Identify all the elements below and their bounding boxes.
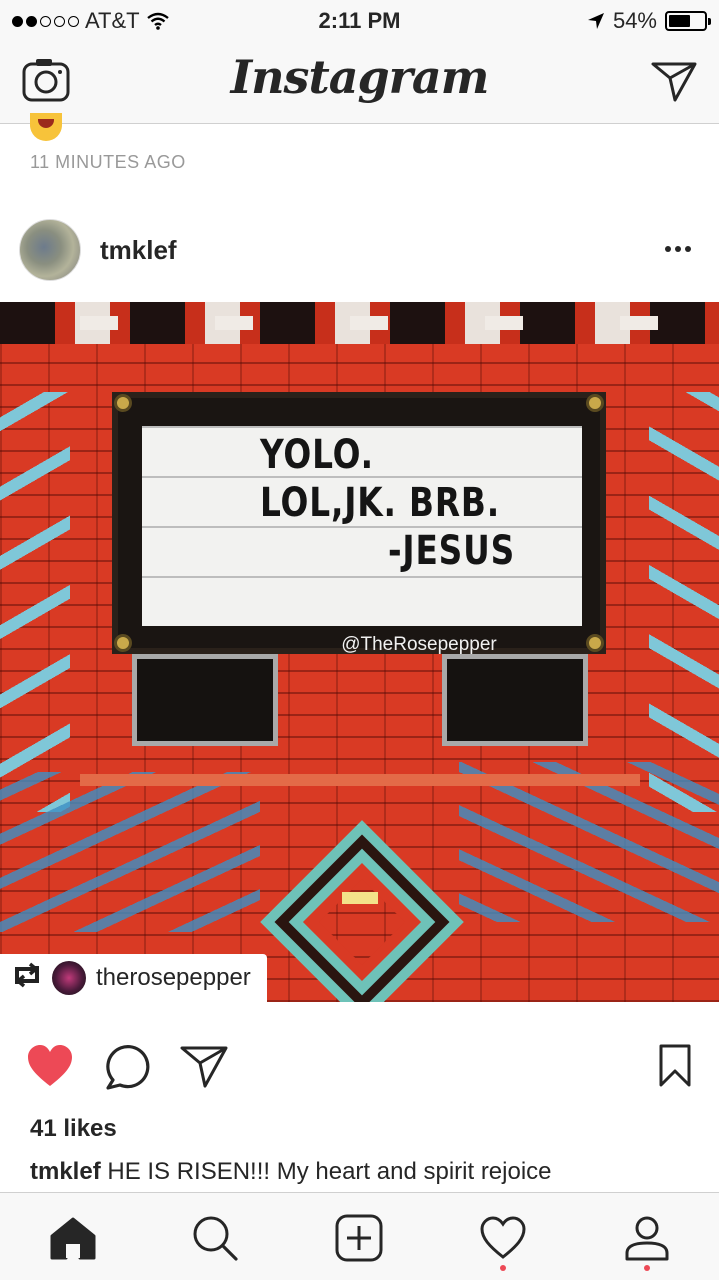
battery-percent: 54%: [612, 8, 657, 33]
repost-avatar: [52, 961, 86, 995]
profile-icon[interactable]: [622, 1213, 672, 1263]
likes-count[interactable]: 41 likes: [30, 1115, 117, 1143]
activity-icon[interactable]: [478, 1213, 528, 1263]
top-nav-bar: Instagram: [0, 40, 719, 124]
bottom-tab-bar: [0, 1192, 719, 1280]
sign-line-3: -JESUS: [388, 528, 516, 574]
activity-notification-dot: [500, 1265, 506, 1271]
location-arrow-icon: [587, 13, 604, 29]
post-timestamp: 11 MINUTES AGO: [30, 152, 186, 172]
caption-username[interactable]: tmklef: [30, 1158, 101, 1185]
diamond-pattern: [260, 820, 464, 1002]
instagram-logo: Instagram: [230, 50, 490, 104]
post-username[interactable]: tmklef: [100, 235, 177, 266]
caption-text: HE IS RISEN!!! My heart and spirit rejoi…: [107, 1158, 552, 1185]
image-credit: @TheRosepepper: [341, 634, 497, 655]
repost-username: therosepepper: [96, 964, 251, 991]
bookmark-icon[interactable]: [658, 1044, 692, 1093]
repost-badge[interactable]: therosepepper: [0, 954, 267, 1002]
like-heart-icon[interactable]: [26, 1044, 74, 1093]
new-post-icon[interactable]: [334, 1213, 384, 1263]
more-options-icon[interactable]: [665, 246, 691, 252]
status-bar: AT&T 2:11 PM 54%: [0, 0, 719, 40]
sign-line-2: LOL,JK. BRB.: [260, 480, 501, 526]
avatar[interactable]: [19, 219, 81, 281]
repost-icon: [12, 962, 42, 995]
sign-line-1: YOLO.: [260, 432, 374, 478]
search-icon[interactable]: [190, 1213, 240, 1263]
zigzag-pattern-left: [0, 392, 70, 812]
heart-eyes-emoji: [30, 113, 62, 141]
post-caption: tmklef HE IS RISEN!!! My heart and spiri…: [30, 1158, 552, 1186]
marquee-sign: YOLO. LOL,JK. BRB. -JESUS @TheRosepepper: [112, 392, 606, 655]
comment-icon[interactable]: [104, 1044, 152, 1095]
marquee-board: YOLO. LOL,JK. BRB. -JESUS: [142, 426, 582, 626]
home-icon[interactable]: [48, 1213, 98, 1263]
building-windows: [132, 654, 588, 750]
direct-message-icon[interactable]: [651, 60, 697, 107]
post-actions: [0, 1044, 719, 1094]
status-right: 54%: [587, 8, 711, 34]
post-image[interactable]: YOLO. LOL,JK. BRB. -JESUS @TheRosepepper…: [0, 302, 719, 1002]
battery-icon: [665, 11, 711, 31]
share-icon[interactable]: [180, 1044, 228, 1093]
profile-notification-dot: [644, 1265, 650, 1271]
zigzag-pattern-right: [649, 392, 719, 812]
